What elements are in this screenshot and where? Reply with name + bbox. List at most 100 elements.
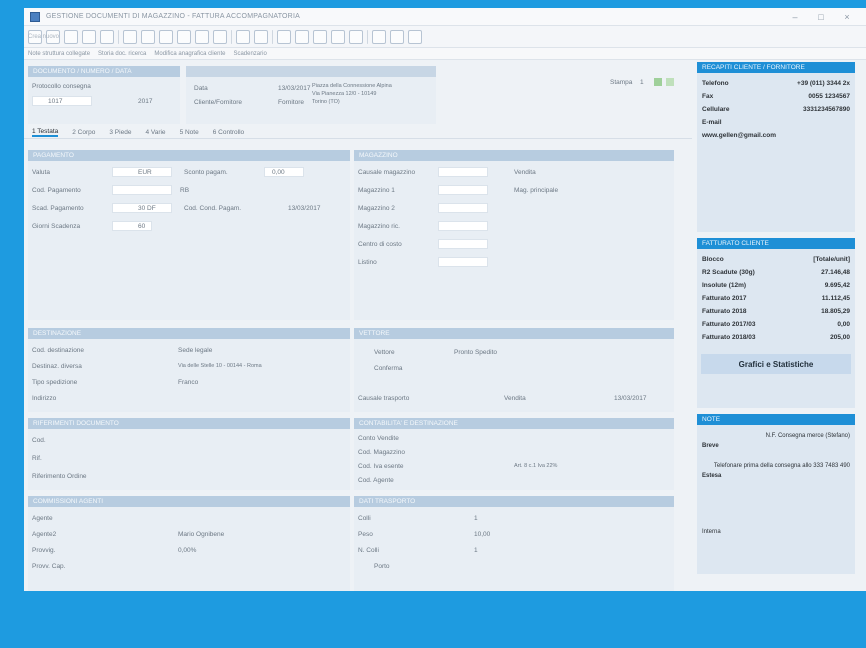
protocol-label: Protocollo consegna (32, 82, 91, 90)
magazzino1-field[interactable] (438, 185, 488, 195)
client-value[interactable]: Fornitore (278, 96, 304, 108)
contact-value[interactable]: 0055 1234567 (808, 93, 850, 100)
statistics-button[interactable]: Grafici e Statistiche (701, 354, 851, 374)
application-window: GESTIONE DOCUMENTI DI MAGAZZINO - FATTUR… (24, 8, 866, 591)
first-record-icon[interactable] (277, 29, 291, 44)
fatturato-row: R2 Scadute (30g) 27.146,48 (702, 266, 850, 279)
contact-value[interactable]: www.gellen@gmail.com (702, 132, 776, 139)
contact-label: Fax (702, 93, 714, 100)
field-value[interactable]: Franco (178, 376, 198, 388)
paste-icon[interactable] (177, 29, 191, 44)
note-card: NOTE N.F. Consegna merce (Stefano) Breve… (697, 414, 855, 574)
field-label: Magazzino ric. (358, 222, 400, 230)
search-icon[interactable] (123, 29, 137, 44)
field-label: Cod. Magazzino (358, 448, 405, 456)
tab-testata[interactable]: 1 Testata (32, 128, 59, 137)
link-item[interactable]: Note struttura collegate (28, 51, 90, 57)
magazzino-ric-field[interactable] (438, 221, 488, 231)
date-value[interactable]: 13/03/2017 (278, 82, 311, 94)
client-header-section: Data 13/03/2017 Cliente/Fornitore Fornit… (186, 66, 436, 124)
prev-record-icon[interactable] (295, 29, 309, 44)
confirm-icon[interactable] (82, 29, 96, 44)
settings-icon[interactable] (408, 29, 422, 44)
field-value: 0,00 (272, 168, 285, 176)
tab-corpo[interactable]: 2 Corpo (72, 129, 95, 136)
contact-row: E-mail (702, 116, 850, 129)
field-value[interactable]: 1 (474, 544, 478, 556)
toolbar: Crea nuovo (24, 26, 866, 48)
fatturato-value: 18.805,29 (821, 308, 850, 315)
contact-label: E-mail (702, 119, 722, 126)
contacts-title: RECAPITI CLIENTE / FORNITORE (697, 62, 855, 73)
contact-value[interactable]: +39 (011) 3344 2x (797, 80, 850, 87)
pagamento-title: PAGAMENTO (28, 150, 350, 161)
export-icon[interactable] (213, 29, 227, 44)
link-item[interactable]: Storia doc. ricerca (98, 51, 146, 57)
background-bottom (0, 591, 866, 648)
help-icon[interactable] (390, 29, 404, 44)
centro-costo-field[interactable] (438, 239, 488, 249)
field-value[interactable]: Pronto Spedito (454, 346, 497, 358)
field-value[interactable]: Sede legale (178, 344, 212, 356)
contabilita-section: CONTABILITA' E DESTINAZIONE Conto Vendit… (354, 418, 674, 490)
listino-field[interactable] (438, 257, 488, 267)
zoom-icon[interactable] (349, 29, 363, 44)
contact-label: Telefono (702, 80, 729, 87)
next-record-icon[interactable] (313, 29, 327, 44)
print-value[interactable]: 1 (640, 76, 644, 88)
causale-field[interactable] (438, 167, 488, 177)
doc-header-title: DOCUMENTO / NUMERO / DATA (28, 66, 180, 77)
toolbar-separator (367, 29, 368, 44)
delete-icon[interactable] (64, 29, 78, 44)
field-value[interactable]: 1 (474, 512, 478, 524)
fatturato-card: FATTURATO CLIENTE Blocco [Totale/unit] R2… (697, 238, 855, 408)
field-value[interactable]: Via delle Stelle 10 - 00144 - Roma (178, 360, 262, 372)
filter-icon[interactable] (141, 29, 155, 44)
green-indicator-icon (666, 78, 674, 86)
mail-icon[interactable] (236, 29, 250, 44)
copy-icon[interactable] (159, 29, 173, 44)
tab-varie[interactable]: 4 Varie (145, 129, 165, 136)
tab-piede[interactable]: 3 Piede (109, 129, 131, 136)
app-logo-icon (30, 11, 40, 22)
title-bar: GESTIONE DOCUMENTI DI MAGAZZINO - FATTUR… (24, 8, 866, 26)
field-value[interactable]: 10,00 (474, 528, 490, 540)
field-value: 30 DF (138, 204, 156, 212)
magazzino2-field[interactable] (438, 203, 488, 213)
calc-icon[interactable] (372, 29, 386, 44)
close-button[interactable]: × (834, 12, 860, 22)
link-item[interactable]: Scadenzario (233, 51, 266, 57)
magazzino-section: MAGAZZINO Causale magazzino Vendita Maga… (354, 150, 674, 320)
field-value[interactable]: Mario Ognibene (178, 528, 224, 540)
field-label: Porto (374, 562, 390, 570)
maximize-button[interactable]: □ (808, 12, 834, 22)
last-record-icon[interactable] (331, 29, 345, 44)
minimize-button[interactable]: – (782, 12, 808, 22)
print-icon[interactable] (195, 29, 209, 44)
contabilita-title: CONTABILITA' E DESTINAZIONE (354, 418, 674, 429)
main-panel: DOCUMENTO / NUMERO / DATA Protocollo con… (24, 62, 692, 591)
client-label: Cliente/Fornitore (194, 98, 243, 106)
field-label: Causale trasporto (358, 394, 410, 402)
contact-value[interactable]: 3331234567890 (803, 106, 850, 113)
undo-icon[interactable] (100, 29, 114, 44)
fatturato-row: Fatturato 2018 18.805,29 (702, 305, 850, 318)
attach-icon[interactable] (254, 29, 268, 44)
field-value[interactable]: Vendita (504, 392, 526, 404)
field-label: Valuta (32, 168, 50, 176)
cod-pagamento-field[interactable] (112, 185, 172, 195)
sidebar: RECAPITI CLIENTE / FORNITORE Telefono +39… (697, 62, 855, 591)
fatturato-row: Fatturato 2017 11.112,45 (702, 292, 850, 305)
field-value[interactable]: Art. 8 c.1 Iva 22% (514, 460, 557, 472)
giorni-scadenza-field[interactable] (112, 221, 152, 231)
tab-note[interactable]: 5 Note (180, 129, 199, 136)
link-item[interactable]: Modifica anagrafica cliente (154, 51, 225, 57)
field-value[interactable]: 0,00% (178, 544, 196, 556)
contact-row: Cellulare 3331234567890 (702, 103, 850, 116)
field-label: Cod. (32, 436, 46, 444)
fatturato-value: 27.146,48 (821, 269, 850, 276)
field-label: Cod. Cond. Pagam. (184, 204, 242, 212)
vettore-section: VETTORE Vettore Pronto Spedito Conferma … (354, 328, 674, 412)
field-value: Mag. principale (514, 186, 559, 194)
tab-controllo[interactable]: 6 Controllo (213, 129, 244, 136)
